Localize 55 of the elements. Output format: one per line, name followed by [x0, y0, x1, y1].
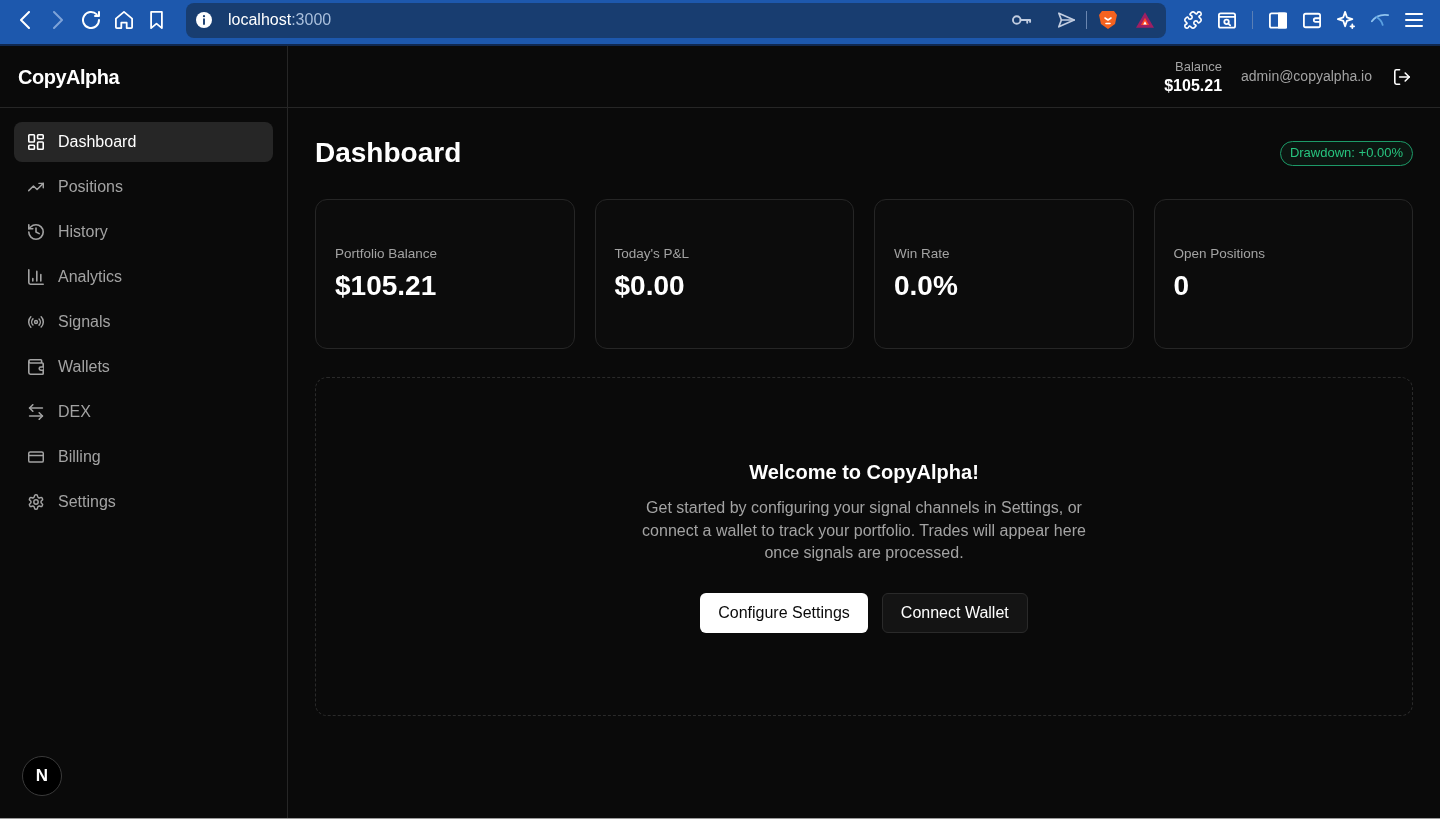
nav-item[interactable]: Dashboard — [14, 122, 273, 162]
radio-waves-icon — [28, 314, 44, 330]
welcome-text: Get started by configuring your signal channels in Settings, or connect a wallet to track your portfolio. Trades will appear here once signals are processed. — [641, 498, 1087, 564]
nav-item[interactable]: DEX — [14, 392, 273, 432]
dev-indicator-button[interactable]: N — [22, 756, 62, 796]
nav-item[interactable]: Wallets — [14, 347, 273, 387]
drawdown-badge: Drawdown: +0.00% — [1279, 140, 1413, 166]
nav-item[interactable]: Settings — [14, 482, 273, 522]
info-icon[interactable] — [196, 12, 212, 28]
nav-item[interactable]: Billing — [14, 437, 273, 477]
balance-label: Balance — [1175, 57, 1223, 75]
arcs-icon[interactable] — [1371, 13, 1389, 27]
credit-card-icon — [28, 449, 44, 465]
shield-icon[interactable] — [1099, 10, 1117, 30]
user-email: admin@copyalpha.io — [1241, 67, 1372, 86]
welcome-title: Welcome to CopyAlpha! — [749, 460, 979, 485]
stat-label: Open Positions — [1173, 245, 1267, 263]
sparkle-icon[interactable] — [1337, 11, 1355, 29]
page-title: Dashboard — [315, 136, 462, 170]
stat-label: Portfolio Balance — [335, 245, 439, 263]
back-icon[interactable] — [19, 11, 30, 29]
history-icon — [28, 224, 44, 240]
stat-value: $0.00 — [614, 269, 686, 303]
url-text[interactable]: localhost:3000 — [228, 8, 332, 32]
key-icon[interactable] — [1012, 15, 1032, 25]
stat-label: Today's P&L — [614, 245, 691, 263]
wallet-icon[interactable] — [1303, 11, 1321, 29]
address-bar[interactable]: localhost:3000 — [186, 2, 1166, 38]
nav-item[interactable]: History — [14, 212, 273, 252]
secondary-button[interactable]: Connect Wallet — [881, 592, 1028, 633]
send-icon[interactable] — [1058, 12, 1075, 28]
home-icon[interactable] — [114, 11, 133, 29]
nav-item[interactable]: Positions — [14, 167, 273, 207]
stat-value: 0.0% — [894, 269, 959, 303]
stat-value: $105.21 — [335, 269, 438, 303]
menu-icon[interactable] — [1405, 12, 1423, 28]
stat-value: 0 — [1173, 269, 1191, 303]
wallet-icon — [28, 359, 44, 375]
triangle-icon[interactable] — [1136, 12, 1154, 28]
settings-icon — [28, 494, 44, 510]
nav-item[interactable]: Signals — [14, 302, 273, 342]
primary-button[interactable]: Configure Settings — [700, 592, 868, 633]
app-logo: CopyAlpha — [18, 64, 120, 90]
window-search-icon[interactable] — [1218, 11, 1236, 29]
puzzle-icon[interactable] — [1184, 11, 1202, 29]
stat-label: Win Rate — [894, 245, 951, 263]
swap-arrows-icon — [28, 404, 44, 420]
balance-value: $105.21 — [1164, 75, 1223, 96]
reload-icon[interactable] — [81, 11, 100, 29]
bar-chart-icon — [28, 269, 44, 285]
grid-icon — [28, 134, 44, 150]
logout-icon[interactable] — [1394, 68, 1410, 85]
nav-item[interactable]: Analytics — [14, 257, 273, 297]
panel-icon[interactable] — [1269, 11, 1287, 29]
bookmark-icon[interactable] — [149, 11, 164, 29]
